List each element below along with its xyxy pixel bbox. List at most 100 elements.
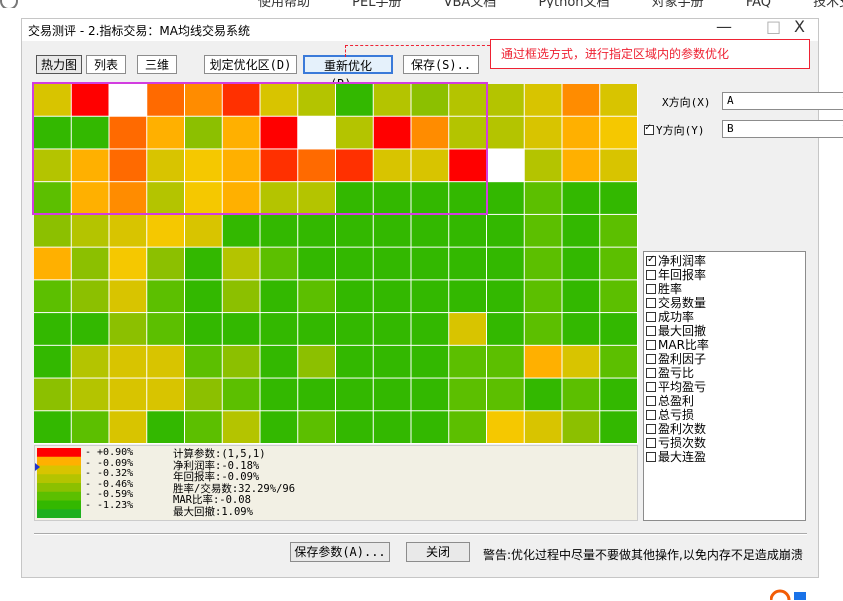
heatmap-cell[interactable] [71, 411, 109, 443]
heatmap-cell[interactable] [336, 149, 373, 182]
heatmap-cell[interactable] [71, 214, 109, 247]
heatmap-cell[interactable] [260, 182, 298, 214]
heatmap-cell[interactable] [185, 182, 222, 214]
heatmap-cell[interactable] [449, 345, 486, 378]
heatmap-cell[interactable] [373, 345, 411, 378]
heatmap-cell[interactable] [260, 214, 298, 247]
heatmap-cell[interactable] [336, 280, 373, 313]
heatmap-cell[interactable] [185, 378, 222, 411]
heatmap-cell[interactable] [222, 378, 260, 411]
heatmap-cell[interactable] [298, 84, 335, 116]
heatmap-cell[interactable] [71, 345, 109, 378]
heatmap-cell[interactable] [147, 345, 184, 378]
heatmap-cell[interactable] [147, 182, 184, 214]
heatmap-cell[interactable] [336, 345, 373, 378]
metric-checkbox[interactable] [646, 382, 656, 392]
metric-item[interactable]: 胜率 [644, 282, 805, 296]
heatmap-cell[interactable] [449, 182, 486, 214]
metric-checkbox[interactable] [646, 354, 656, 364]
tab-3d[interactable]: 三维 [137, 55, 177, 74]
metric-list[interactable]: 净利润率年回报率胜率交易数量成功率最大回撤MAR比率盈利因子盈亏比平均盈亏总盈利… [643, 251, 806, 521]
heatmap-cell[interactable] [147, 247, 184, 280]
heatmap-cell[interactable] [411, 280, 449, 313]
heatmap-cell[interactable] [600, 84, 637, 116]
heatmap-cell[interactable] [373, 116, 411, 149]
heatmap-cell[interactable] [373, 313, 411, 345]
metric-checkbox[interactable] [646, 253, 656, 267]
heatmap-cell[interactable] [524, 84, 562, 116]
metric-checkbox[interactable] [646, 438, 656, 448]
define-zone-button[interactable]: 划定优化区(D) [204, 55, 297, 74]
heatmap-cell[interactable] [487, 247, 524, 280]
metric-item[interactable]: 交易数量 [644, 296, 805, 310]
heatmap-cell[interactable] [34, 182, 71, 214]
metric-item[interactable]: 平均盈亏 [644, 380, 805, 394]
heatmap-cell[interactable] [222, 149, 260, 182]
heatmap-cell[interactable] [222, 214, 260, 247]
heatmap-cell[interactable] [222, 84, 260, 116]
heatmap-cell[interactable] [185, 214, 222, 247]
heatmap-cell[interactable] [185, 84, 222, 116]
heatmap-cell[interactable] [487, 84, 524, 116]
heatmap-cell[interactable] [298, 345, 335, 378]
reoptimize-button[interactable]: 重新优化(R).. [303, 55, 393, 91]
metric-checkbox[interactable] [646, 424, 656, 434]
heatmap-cell[interactable] [336, 378, 373, 411]
metric-item[interactable]: 最大连盈 [644, 450, 805, 464]
heatmap-cell[interactable] [222, 182, 260, 214]
heatmap-cell[interactable] [71, 116, 109, 149]
heatmap-cell[interactable] [373, 182, 411, 214]
heatmap-cell[interactable] [185, 116, 222, 149]
heatmap-cell[interactable] [524, 313, 562, 345]
heatmap-cell[interactable] [600, 149, 637, 182]
heatmap-cell[interactable] [524, 247, 562, 280]
heatmap-cell[interactable] [524, 214, 562, 247]
heatmap-cell[interactable] [487, 214, 524, 247]
heatmap-cell[interactable] [147, 84, 184, 116]
heatmap-cell[interactable] [298, 214, 335, 247]
heatmap-cell[interactable] [524, 116, 562, 149]
metric-checkbox[interactable] [646, 298, 656, 308]
heatmap-cell[interactable] [373, 149, 411, 182]
heatmap-cell[interactable] [109, 149, 147, 182]
nav-link-help[interactable]: 使用帮助 [258, 0, 310, 8]
nav-link-python[interactable]: Python文档 [538, 0, 609, 8]
heatmap-cell[interactable] [449, 313, 486, 345]
heatmap-cell[interactable] [260, 84, 298, 116]
heatmap-cell[interactable] [600, 411, 637, 443]
x-direction-select[interactable]: A ∨ [722, 92, 843, 110]
heatmap-cell[interactable] [524, 149, 562, 182]
metric-checkbox[interactable] [646, 284, 656, 294]
heatmap-cell[interactable] [298, 182, 335, 214]
tab-list[interactable]: 列表 [86, 55, 126, 74]
nav-link-faq[interactable]: FAQ [746, 0, 771, 8]
metric-item[interactable]: 盈利次数 [644, 422, 805, 436]
heatmap-cell[interactable] [34, 214, 71, 247]
metric-item[interactable]: 成功率 [644, 310, 805, 324]
heatmap-cell[interactable] [298, 280, 335, 313]
metric-checkbox[interactable] [646, 326, 656, 336]
heatmap-cell[interactable] [336, 84, 373, 116]
y-direction-select[interactable]: B ∨ [722, 120, 843, 138]
metric-item[interactable]: 总盈利 [644, 394, 805, 408]
heatmap-cell[interactable] [260, 116, 298, 149]
heatmap-cell[interactable] [222, 313, 260, 345]
heatmap-cell[interactable] [298, 313, 335, 345]
heatmap-cell[interactable] [449, 378, 486, 411]
heatmap-cell[interactable] [34, 116, 71, 149]
heatmap-cell[interactable] [562, 280, 600, 313]
heatmap-cell[interactable] [109, 378, 147, 411]
heatmap-cell[interactable] [222, 247, 260, 280]
heatmap-cell[interactable] [524, 280, 562, 313]
metric-item[interactable]: MAR比率 [644, 338, 805, 352]
metric-item[interactable]: 净利润率 [644, 253, 805, 268]
metric-checkbox[interactable] [646, 270, 656, 280]
heatmap-cell[interactable] [109, 313, 147, 345]
heatmap-cell[interactable] [147, 378, 184, 411]
heatmap-cell[interactable] [298, 116, 335, 149]
heatmap-cell[interactable] [71, 149, 109, 182]
heatmap-cell[interactable] [411, 345, 449, 378]
heatmap-cell[interactable] [260, 411, 298, 443]
heatmap-cell[interactable] [600, 247, 637, 280]
heatmap-cell[interactable] [185, 280, 222, 313]
